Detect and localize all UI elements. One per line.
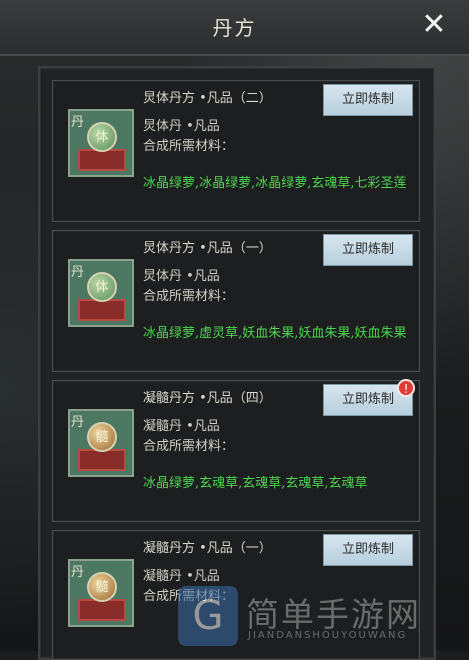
- close-icon[interactable]: ✕: [417, 8, 451, 42]
- icon-corner-label: 丹: [71, 565, 85, 580]
- materials-list: 冰晶绿萝,虚灵草,妖血朱果,妖血朱果,妖血朱果: [143, 326, 407, 341]
- materials-list: 冰晶绿萝,冰晶绿萝,冰晶绿萝,玄魂草,七彩圣莲: [143, 176, 407, 191]
- recipe-title: 凝髓丹方 •凡品（一）: [143, 541, 272, 556]
- pill-item-icon[interactable]: 丹 体: [68, 259, 134, 327]
- chest-icon: [78, 299, 126, 321]
- materials-list: 冰晶绿萝,玄魂草,玄魂草,玄魂草,玄魂草: [143, 476, 368, 491]
- recipe-card: 丹 体 炅体丹方 •凡品（二） 立即炼制 炅体丹 •凡品 合成所需材料： 冰晶绿…: [52, 80, 420, 222]
- title-bar: 丹方 ✕: [0, 0, 469, 56]
- pill-icon: 髓: [87, 422, 117, 452]
- product-name: 炅体丹 •凡品: [143, 269, 220, 284]
- pill-item-icon[interactable]: 丹 髓: [68, 559, 134, 627]
- materials-label: 合成所需材料：: [143, 439, 235, 454]
- pill-icon: 体: [87, 122, 117, 152]
- product-name: 凝髓丹 •凡品: [143, 419, 220, 434]
- recipe-title: 凝髓丹方 •凡品（四）: [143, 391, 272, 406]
- watermark-logo-icon: G: [178, 586, 238, 646]
- craft-button[interactable]: 立即炼制: [323, 234, 413, 266]
- window-title: 丹方: [212, 16, 257, 40]
- watermark-subtext: JIANDANSHOUYOUWANG: [248, 630, 408, 641]
- alert-badge-icon: !: [397, 379, 415, 397]
- watermark: G 简单手游网 JIANDANSHOUYOUWANG: [178, 586, 469, 650]
- icon-corner-label: 丹: [71, 415, 85, 430]
- craft-button[interactable]: 立即炼制: [323, 84, 413, 116]
- recipe-card: 丹 体 炅体丹方 •凡品（一） 立即炼制 炅体丹 •凡品 合成所需材料： 冰晶绿…: [52, 230, 420, 372]
- icon-corner-label: 丹: [71, 265, 85, 280]
- materials-label: 合成所需材料：: [143, 289, 235, 304]
- pill-item-icon[interactable]: 丹 髓: [68, 409, 134, 477]
- product-name: 炅体丹 •凡品: [143, 119, 220, 134]
- chest-icon: [78, 599, 126, 621]
- icon-corner-label: 丹: [71, 115, 85, 130]
- pill-icon: 髓: [87, 572, 117, 602]
- chest-icon: [78, 449, 126, 471]
- watermark-text: 简单手游网: [246, 595, 421, 634]
- pill-item-icon[interactable]: 丹 体: [68, 109, 134, 177]
- recipe-card: 丹 髓 凝髓丹方 •凡品（四） 立即炼制 ! 凝髓丹 •凡品 合成所需材料： 冰…: [52, 379, 420, 522]
- product-name: 凝髓丹 •凡品: [143, 569, 220, 584]
- craft-button[interactable]: 立即炼制: [323, 534, 413, 566]
- chest-icon: [78, 149, 126, 171]
- pill-icon: 体: [87, 272, 117, 302]
- recipe-title: 炅体丹方 •凡品（二）: [143, 91, 272, 106]
- recipe-title: 炅体丹方 •凡品（一）: [143, 241, 272, 256]
- materials-label: 合成所需材料：: [143, 139, 235, 154]
